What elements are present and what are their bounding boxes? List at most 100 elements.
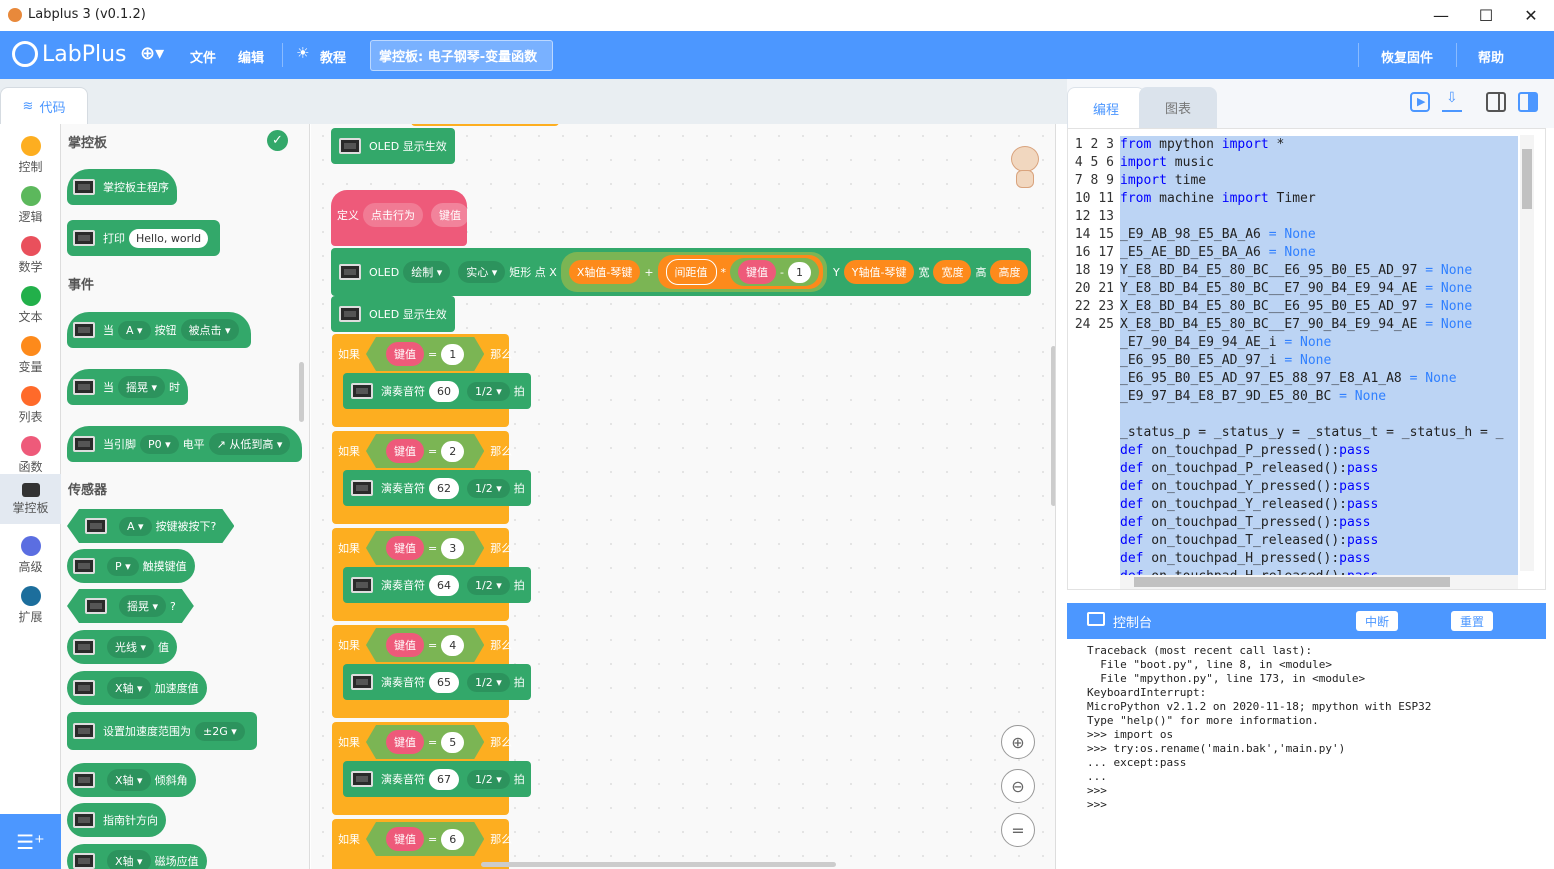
compare-value[interactable]: 4 [441, 635, 464, 656]
category-list[interactable]: 列表 [0, 380, 61, 430]
var-keyval[interactable]: 键值 [386, 633, 424, 657]
compare-value[interactable]: 2 [441, 441, 464, 462]
layout-panel-icon[interactable] [1518, 92, 1538, 112]
var-height[interactable]: 高度 [990, 260, 1029, 284]
workspace-vscrollbar[interactable] [1051, 346, 1055, 506]
category-logic[interactable]: 逻辑 [0, 180, 61, 230]
editor-vscroll-thumb[interactable] [1522, 149, 1532, 209]
num-one[interactable]: 1 [788, 261, 812, 283]
interrupt-button[interactable]: 中断 [1356, 611, 1398, 631]
code-text[interactable]: from mpython import * import music impor… [1120, 136, 1518, 576]
pad-dropdown[interactable]: P [107, 556, 139, 576]
duration-dropdown[interactable]: 1/2 [467, 381, 510, 401]
compare-expression[interactable]: 键值 = 4 [366, 628, 484, 662]
block-when-pin[interactable]: 当引脚 P0电平↗ 从低到高 [67, 426, 303, 462]
duration-dropdown[interactable]: 1/2 [467, 575, 510, 595]
zoom-in-button[interactable]: ⊕ [1001, 725, 1035, 759]
var-keyval[interactable]: 键值 [386, 439, 424, 463]
note-value[interactable]: 62 [429, 477, 459, 499]
play-note-block[interactable]: 演奏音符 67 1/2拍 [343, 761, 531, 797]
zoom-reset-button[interactable]: = [1001, 813, 1035, 847]
category-board[interactable]: 掌控板 [0, 474, 61, 524]
var-width[interactable]: 宽度 [933, 260, 972, 284]
ws-oled-show-1[interactable]: OLED 显示生效 [331, 128, 455, 164]
block-when-button[interactable]: 当A按钮被点击 [67, 312, 251, 348]
menu-edit[interactable]: 编辑 [238, 47, 264, 66]
ws-define-function[interactable]: 定义 点击行为 键值 [331, 190, 469, 246]
code-editor[interactable]: 1 2 3 4 5 6 7 8 9 10 11 12 13 14 15 16 1… [1067, 128, 1546, 590]
block-main-program[interactable]: 掌控板主程序 [67, 169, 177, 205]
layout-split-icon[interactable] [1486, 92, 1506, 112]
button-dropdown[interactable]: A [119, 517, 152, 536]
block-set-accel-range[interactable]: 设置加速度范围为 ±2G [67, 712, 257, 750]
play-note-block[interactable]: 演奏音符 62 1/2拍 [343, 470, 531, 506]
note-value[interactable]: 64 [429, 574, 459, 596]
compare-value[interactable]: 5 [441, 732, 464, 753]
compare-value[interactable]: 1 [441, 344, 464, 365]
compare-expression[interactable]: 键值 = 5 [366, 725, 484, 759]
ws-oled-show-2[interactable]: OLED 显示生效 [331, 296, 455, 332]
var-spacing[interactable]: 间距值 [665, 259, 717, 285]
category-control[interactable]: 控制 [0, 130, 61, 180]
tab-code[interactable]: ≋ 代码 [0, 87, 88, 124]
zoom-out-button[interactable]: ⊖ [1001, 769, 1035, 803]
category-variables[interactable]: 变量 [0, 330, 61, 380]
block-tilt-angle[interactable]: X轴倾斜角 [67, 763, 196, 797]
axis-dropdown[interactable]: X轴 [107, 677, 151, 699]
block-print[interactable]: 打印 Hello, world [67, 220, 221, 256]
print-value-input[interactable]: Hello, world [129, 228, 209, 248]
download-icon[interactable]: ⇩ [1442, 90, 1462, 112]
draw-dropdown[interactable]: 绘制 [403, 261, 451, 283]
help-button[interactable]: 帮助 [1478, 47, 1504, 66]
play-note-block[interactable]: 演奏音符 64 1/2拍 [343, 567, 531, 603]
duration-dropdown[interactable]: 1/2 [467, 769, 510, 789]
if-block[interactable]: 如果 键值 =5 那么演奏音符 67 1/2拍 [332, 722, 531, 815]
minimize-button[interactable]: — [1418, 0, 1464, 31]
var-y-key[interactable]: Y轴值-琴键 [843, 260, 915, 284]
param-keyval[interactable]: 键值 [431, 203, 469, 227]
note-value[interactable]: 60 [429, 380, 459, 402]
play-note-block[interactable]: 演奏音符 60 1/2拍 [343, 373, 531, 409]
editor-hscrollbar[interactable] [1120, 575, 1518, 589]
block-light-value[interactable]: 光线值 [67, 630, 178, 664]
edge-dropdown[interactable]: ↗ 从低到高 [208, 433, 291, 455]
button-dropdown[interactable]: A [118, 320, 151, 340]
menu-file[interactable]: 文件 [190, 47, 216, 66]
var-keyval[interactable]: 键值 [386, 536, 424, 560]
var-keyval[interactable]: 键值 [738, 260, 777, 284]
sensor-dropdown[interactable]: 光线 [107, 636, 155, 658]
var-keyval[interactable]: 键值 [386, 342, 424, 366]
ws-oled-draw-rect[interactable]: OLED 绘制 实心 矩形 点 X X轴值-琴键+ 间距值* 键值-1 Y Y轴… [331, 248, 1031, 296]
block-when-shake[interactable]: 当摇晃时 [67, 369, 189, 405]
workspace-hscrollbar[interactable] [481, 862, 836, 867]
range-dropdown[interactable]: ±2G [195, 721, 245, 741]
palette-scrollbar[interactable] [299, 362, 304, 422]
function-name[interactable]: 点击行为 [363, 203, 423, 227]
category-advanced[interactable]: 高级 [0, 530, 61, 580]
var-x-key[interactable]: X轴值-琴键 [568, 260, 641, 284]
block-acceleration[interactable]: X轴加速度值 [67, 671, 207, 705]
block-compass[interactable]: 指南针方向 [67, 803, 166, 837]
lightbulb-icon[interactable]: ☀ [296, 44, 309, 62]
axis-dropdown[interactable]: X轴 [107, 769, 151, 791]
var-keyval[interactable]: 键值 [386, 730, 424, 754]
x-expression[interactable]: X轴值-琴键 + 间距值 * 键值 -1 [560, 252, 828, 292]
category-text[interactable]: 文本 [0, 280, 61, 330]
category-math[interactable]: 数学 [0, 230, 61, 280]
category-functions[interactable]: 函数 [0, 430, 61, 480]
reset-button[interactable]: 重置 [1451, 611, 1493, 631]
note-value[interactable]: 65 [429, 671, 459, 693]
duration-dropdown[interactable]: 1/2 [467, 672, 510, 692]
mul-expression[interactable]: 间距值 * 键值 -1 [657, 255, 824, 289]
maximize-button[interactable]: ☐ [1463, 0, 1509, 31]
block-workspace[interactable]: OLED 显示生效 定义点击行为键值 OLED 绘制 实心 矩形 点 X X轴值… [311, 124, 1056, 869]
play-note-block[interactable]: 演奏音符 65 1/2拍 [343, 664, 531, 700]
if-block[interactable]: 如果 键值 =3 那么演奏音符 64 1/2拍 [332, 528, 531, 621]
sub-expression[interactable]: 键值 -1 [730, 258, 820, 286]
compare-expression[interactable]: 键值 = 1 [366, 337, 484, 371]
console-output[interactable]: Traceback (most recent call last): File … [1067, 639, 1546, 869]
block-button-pressed[interactable]: A按键被按下? [67, 509, 234, 543]
fill-dropdown[interactable]: 实心 [458, 261, 506, 283]
event-dropdown[interactable]: 被点击 [180, 319, 239, 341]
if-block[interactable]: 如果 键值 =2 那么演奏音符 62 1/2拍 [332, 431, 531, 524]
